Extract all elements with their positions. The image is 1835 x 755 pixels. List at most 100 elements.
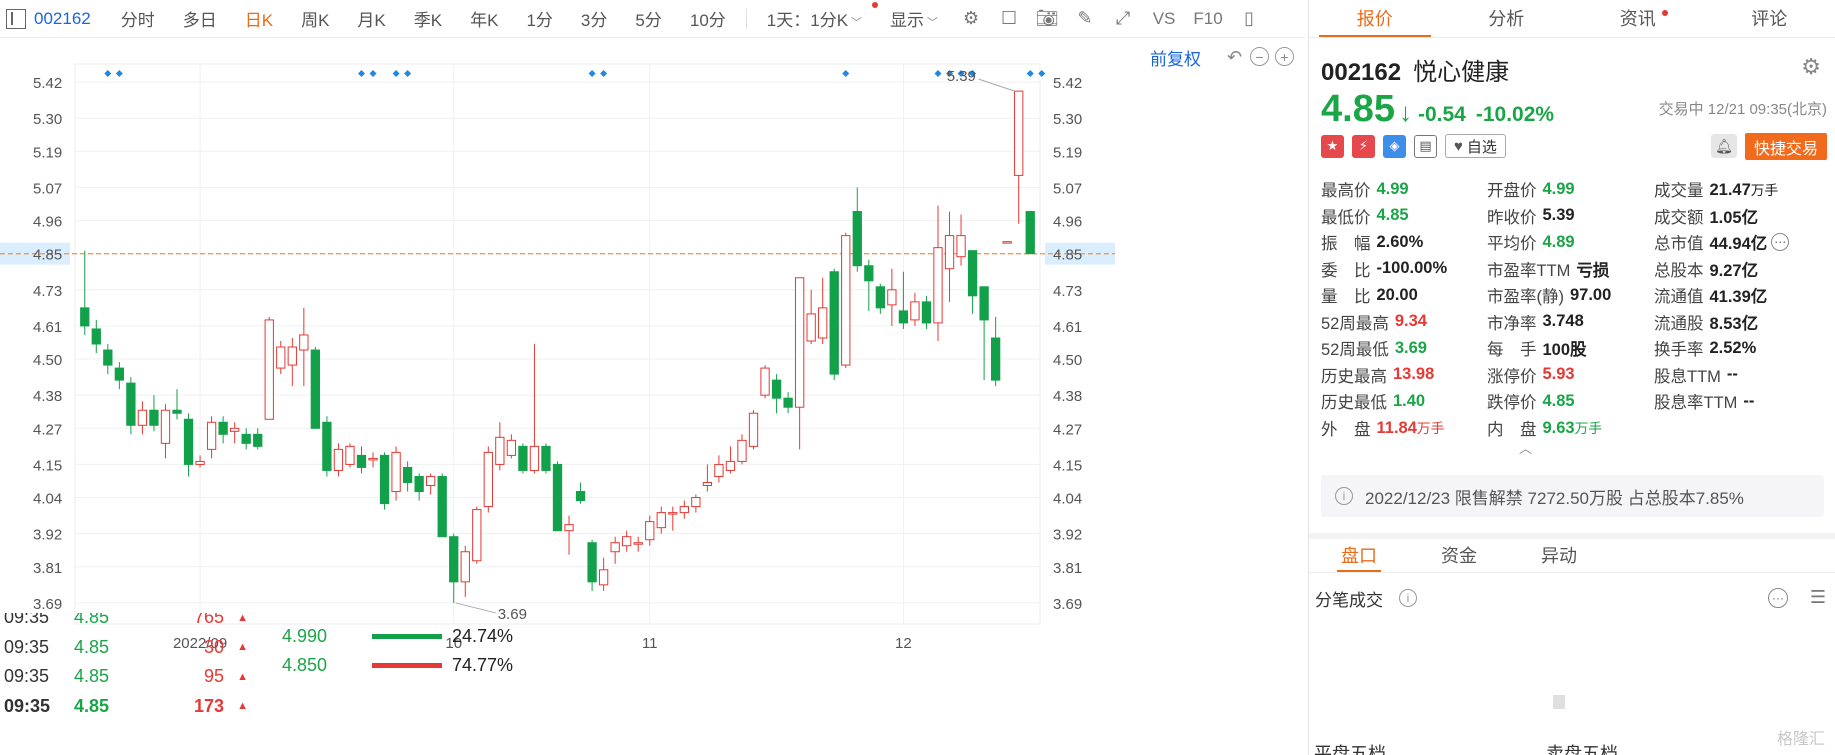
tag-icon[interactable]: ◈ — [1383, 134, 1406, 158]
candle-up — [299, 334, 309, 351]
stat-cell: 52周最低 3.69 — [1321, 336, 1487, 360]
stats-row: 历史最高 13.98 涨停价 5.93 股息TTM -- — [1321, 362, 1826, 389]
square-icon[interactable]: ☐ — [997, 8, 1021, 30]
y-tick-label-left: 4.73 — [33, 283, 62, 300]
side-panel-icon[interactable]: ▯ — [1237, 8, 1261, 30]
period-10min[interactable]: 10分 — [676, 6, 740, 31]
tab-capital[interactable]: 资金 — [1409, 539, 1509, 572]
stat-key: 平均价 — [1487, 235, 1537, 254]
candle-up — [426, 475, 436, 487]
period-intraday[interactable]: 分时 — [107, 6, 169, 31]
margin-trading-icon[interactable]: ⚡ — [1352, 134, 1375, 158]
tick-price: 4.85 — [74, 613, 110, 628]
fullscreen-icon[interactable]: ⤢ — [1111, 8, 1135, 30]
more-icon[interactable]: ⋯ — [1771, 233, 1790, 252]
zoom-out-icon[interactable]: − — [1250, 47, 1269, 66]
vs-button[interactable]: VS — [1149, 8, 1179, 30]
stat-cell: 振 幅 2.60% — [1321, 230, 1487, 254]
stat-key: 最高价 — [1321, 182, 1371, 201]
period-daily[interactable]: 日K — [231, 6, 287, 31]
y-tick-label-right: 4.73 — [1053, 283, 1082, 300]
event-marker-icon — [392, 70, 400, 77]
tab-quote[interactable]: 报价 — [1309, 0, 1441, 37]
stat-cell: 最低价 4.85 — [1321, 204, 1487, 228]
trade-status: 交易中 12/21 09:35(北京) — [1658, 101, 1827, 118]
tab-analysis[interactable]: 分析 — [1441, 0, 1573, 37]
period-weekly[interactable]: 周K — [287, 6, 343, 31]
chevron-down-icon: ﹀ — [851, 17, 863, 29]
price-change: -0.54 — [1417, 103, 1466, 126]
undo-icon[interactable]: ↶ — [1225, 47, 1244, 66]
period-5min[interactable]: 5分 — [621, 6, 675, 31]
period-multiday[interactable]: 多日 — [169, 6, 231, 31]
candle-up — [679, 506, 689, 514]
price-line: 4.85 ↓ -0.54 -10.02% — [1321, 88, 1564, 131]
depth-labels: 平盘五档 卖盘五档 — [1314, 740, 1834, 755]
pencil-icon[interactable]: ✎ — [1073, 8, 1097, 30]
collapse-icon[interactable]: ︿ — [1519, 438, 1532, 457]
tick-volume: 765 — [193, 613, 224, 628]
period-quarterly[interactable]: 季K — [400, 6, 456, 31]
display-dropdown[interactable]: 显示 ﹀ — [876, 6, 952, 31]
candle-up — [333, 448, 344, 471]
stock-code-label[interactable]: 002162 — [34, 9, 91, 29]
price-adjust-toggle[interactable]: 前复权 — [1150, 45, 1201, 70]
tick-time: 09:35 — [4, 695, 51, 716]
candle-down — [864, 265, 874, 282]
period-1min[interactable]: 1分 — [512, 6, 566, 31]
candle-up — [137, 409, 148, 426]
tab-news[interactable]: 资讯 — [1572, 0, 1704, 37]
tick-row: 09:35 4.85 30 ▲ — [4, 633, 254, 663]
distribution-pct: 74.77% — [452, 655, 514, 675]
y-tick-label-right: 3.69 — [1053, 596, 1082, 613]
bookmark-icon[interactable]: ▤ — [1414, 134, 1437, 158]
up-triangle-icon: ▲ — [237, 670, 248, 683]
f10-button[interactable]: F10 — [1193, 8, 1223, 30]
period-monthly[interactable]: 月K — [343, 6, 399, 31]
interval-dropdown[interactable]: 1天：1分K ﹀ — [753, 2, 879, 31]
quote-panel: 报价 分析 资讯 评论 002162 悦心健康 ⚙ 4.85 ↓ -0.54 -1… — [1308, 0, 1835, 755]
tick-list[interactable]: 09:35 4.85 765 ▲ 09:35 4.85 30 ▲ 09:35 4.85 95 ▲ 09:… — [4, 613, 254, 755]
period-3min[interactable]: 3分 — [567, 6, 621, 31]
candle-up — [645, 521, 655, 541]
candle-down — [552, 463, 563, 532]
stat-unit: 万手 — [1416, 421, 1445, 437]
zoom-in-icon[interactable]: + — [1275, 47, 1294, 66]
candles-layer — [80, 90, 1035, 603]
stat-cell: 换手率 2.52% — [1654, 336, 1826, 360]
scroll-thumb[interactable] — [1553, 695, 1565, 709]
ticks-title: 分笔成交 — [1315, 590, 1383, 610]
candle-down — [1025, 211, 1035, 255]
stat-cell: 平均价 4.89 — [1487, 230, 1654, 254]
y-tick-label-right: 5.07 — [1053, 180, 1082, 197]
stat-cell: 开盘价 4.99 — [1487, 177, 1654, 201]
china-flag-icon[interactable]: ★ — [1321, 134, 1344, 158]
quick-trade-button[interactable]: 快捷交易 — [1745, 133, 1827, 160]
stock-tag-row: ★ ⚡ ◈ ▤ ♥ 自选 — [1321, 134, 1506, 158]
stat-key: 市盈率TTM — [1487, 261, 1571, 280]
camera-icon[interactable]: 📷︎ — [1035, 8, 1059, 30]
distribution-pct: 24.74% — [452, 626, 514, 646]
info-icon[interactable]: i — [1399, 589, 1417, 607]
tab-orderbook[interactable]: 盘口 — [1309, 539, 1409, 572]
bell-icon[interactable]: 🔔︎ — [1711, 134, 1737, 158]
more-icon[interactable]: ··· — [1768, 588, 1788, 608]
panel-toggle-icon[interactable] — [6, 8, 26, 29]
stat-value: 1.40 — [1393, 392, 1425, 411]
period-yearly[interactable]: 年K — [456, 6, 512, 31]
filter-icon[interactable]: ☰ — [1810, 587, 1826, 608]
add-watchlist-button[interactable]: ♥ 自选 — [1445, 134, 1506, 158]
chart-zoom-controls: ↶ − + — [1225, 47, 1294, 66]
candle-down — [829, 271, 839, 375]
tab-comments[interactable]: 评论 — [1704, 0, 1835, 37]
tab-movement[interactable]: 异动 — [1509, 539, 1609, 572]
candle-up — [737, 439, 747, 462]
x-tick-label: 11 — [642, 635, 658, 652]
candle-down — [356, 454, 367, 468]
event-marker-icon — [404, 70, 412, 77]
gear-icon[interactable]: ⚙ — [959, 8, 983, 30]
lockup-expiry-notice[interactable]: i 2022/12/23 限售解禁 7272.50万股 占总股本7.85% — [1321, 475, 1824, 517]
gear-icon[interactable]: ⚙ — [1801, 54, 1821, 80]
stat-value: 9.34 — [1395, 312, 1427, 331]
stat-key: 52周最低 — [1321, 341, 1389, 360]
